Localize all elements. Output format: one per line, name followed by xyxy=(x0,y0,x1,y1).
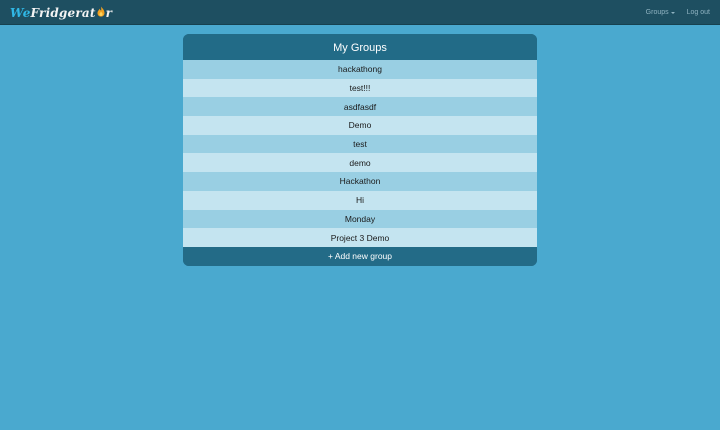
group-item[interactable]: Demo xyxy=(183,116,537,135)
caret-down-icon xyxy=(670,11,675,14)
group-item[interactable]: Hackathon xyxy=(183,172,537,191)
my-groups-panel: My Groups hackathong test!!! asdfasdf De… xyxy=(183,34,537,266)
add-new-group-button[interactable]: + Add new group xyxy=(183,246,537,266)
groups-dropdown-label: Groups xyxy=(645,9,669,16)
logout-link[interactable]: Log out xyxy=(687,9,710,16)
group-item[interactable]: asdfasdf xyxy=(183,97,537,117)
group-item[interactable]: Monday xyxy=(183,209,537,229)
brand-logo-r: r xyxy=(105,5,113,20)
nav-right: Groups Log out xyxy=(646,0,710,25)
group-item[interactable]: hackathong xyxy=(183,60,537,79)
group-item[interactable]: test!!! xyxy=(183,78,537,98)
brand-logo-we: We xyxy=(10,5,31,20)
group-item[interactable]: Hi xyxy=(183,190,537,210)
navbar: We Fridgerat r Groups Log out xyxy=(0,0,720,25)
group-item[interactable]: demo xyxy=(183,153,537,173)
brand-logo-fridgerat: Fridgerat xyxy=(30,5,96,20)
groups-dropdown[interactable]: Groups xyxy=(646,9,675,16)
group-item[interactable]: test xyxy=(183,134,537,154)
logout-label: Log out xyxy=(686,9,710,16)
group-list: hackathong test!!! asdfasdf Demo test de… xyxy=(183,60,537,247)
brand-logo[interactable]: We Fridgerat r xyxy=(10,4,112,21)
group-item[interactable]: Project 3 Demo xyxy=(183,228,537,247)
panel-title: My Groups xyxy=(183,34,537,60)
flame-icon xyxy=(97,6,105,20)
